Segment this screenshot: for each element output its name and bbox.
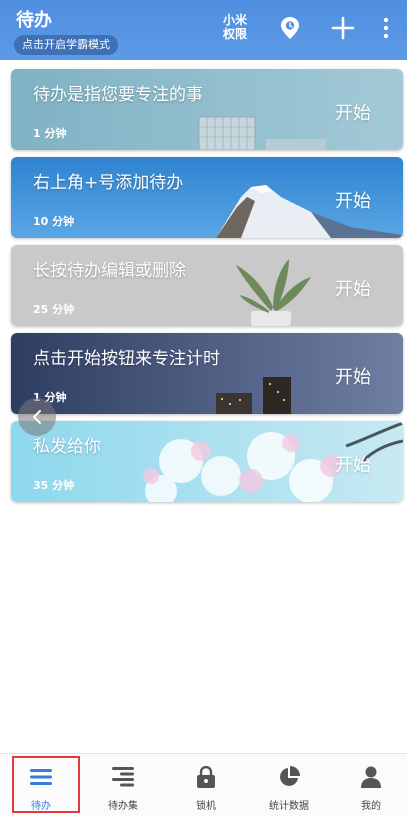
nav-label: 我的 <box>361 801 381 812</box>
back-gesture-handle[interactable] <box>18 398 56 436</box>
nav-label: 待办集 <box>108 801 138 812</box>
lock-icon <box>171 764 241 790</box>
highlight-annotation-box <box>12 756 80 813</box>
todo-title: 点击开始按钮来专注计时 <box>33 349 220 369</box>
todo-card[interactable]: 待办是指您要专注的事 1 分钟 开始 <box>11 69 403 150</box>
start-button[interactable]: 开始 <box>335 451 371 477</box>
start-button[interactable]: 开始 <box>335 275 371 301</box>
permission-label-line1: 小米 <box>222 13 247 27</box>
chevron-left-icon <box>33 410 41 424</box>
nav-item-todo-set[interactable]: 待办集 <box>88 754 158 816</box>
todo-list: 待办是指您要专注的事 1 分钟 开始 右上角+号添加待办 10 分钟 开始 长按… <box>11 69 403 509</box>
todo-title: 私发给你 <box>33 437 101 457</box>
todo-card[interactable]: 长按待办编辑或删除 25 分钟 开始 <box>11 245 403 326</box>
pie-chart-icon <box>254 764 324 790</box>
todo-card[interactable]: 点击开始按钮来专注计时 1 分钟 开始 <box>11 333 403 414</box>
start-button[interactable]: 开始 <box>335 99 371 125</box>
study-mode-button[interactable]: 点击开启学霸模式 <box>14 35 118 55</box>
nav-item-statistics[interactable]: 统计数据 <box>254 754 324 816</box>
todo-title: 待办是指您要专注的事 <box>33 85 203 105</box>
todo-duration: 1 分钟 <box>33 127 67 140</box>
page-title: 待办 <box>16 10 52 31</box>
nav-label: 统计数据 <box>269 801 309 812</box>
permission-label-line2: 权限 <box>222 27 247 41</box>
start-button[interactable]: 开始 <box>335 363 371 389</box>
location-pin-icon[interactable] <box>277 14 303 42</box>
todo-card[interactable]: 私发给你 35 分钟 开始 <box>11 421 403 502</box>
permission-button[interactable]: 小米 权限 <box>222 13 248 41</box>
more-vertical-icon[interactable] <box>376 14 396 42</box>
todo-title: 右上角+号添加待办 <box>33 173 184 193</box>
add-icon[interactable] <box>330 14 356 42</box>
todo-card[interactable]: 右上角+号添加待办 10 分钟 开始 <box>11 157 403 238</box>
stacked-list-icon <box>88 764 158 790</box>
nav-item-profile[interactable]: 我的 <box>336 754 406 816</box>
todo-duration: 10 分钟 <box>33 215 75 228</box>
todo-duration: 25 分钟 <box>33 303 75 316</box>
nav-item-lock[interactable]: 锁机 <box>171 754 241 816</box>
start-button[interactable]: 开始 <box>335 187 371 213</box>
app-header: 待办 点击开启学霸模式 小米 权限 <box>0 0 407 60</box>
todo-duration: 35 分钟 <box>33 479 75 492</box>
nav-label: 锁机 <box>196 801 216 812</box>
person-icon <box>336 764 406 790</box>
todo-title: 长按待办编辑或删除 <box>33 261 186 281</box>
